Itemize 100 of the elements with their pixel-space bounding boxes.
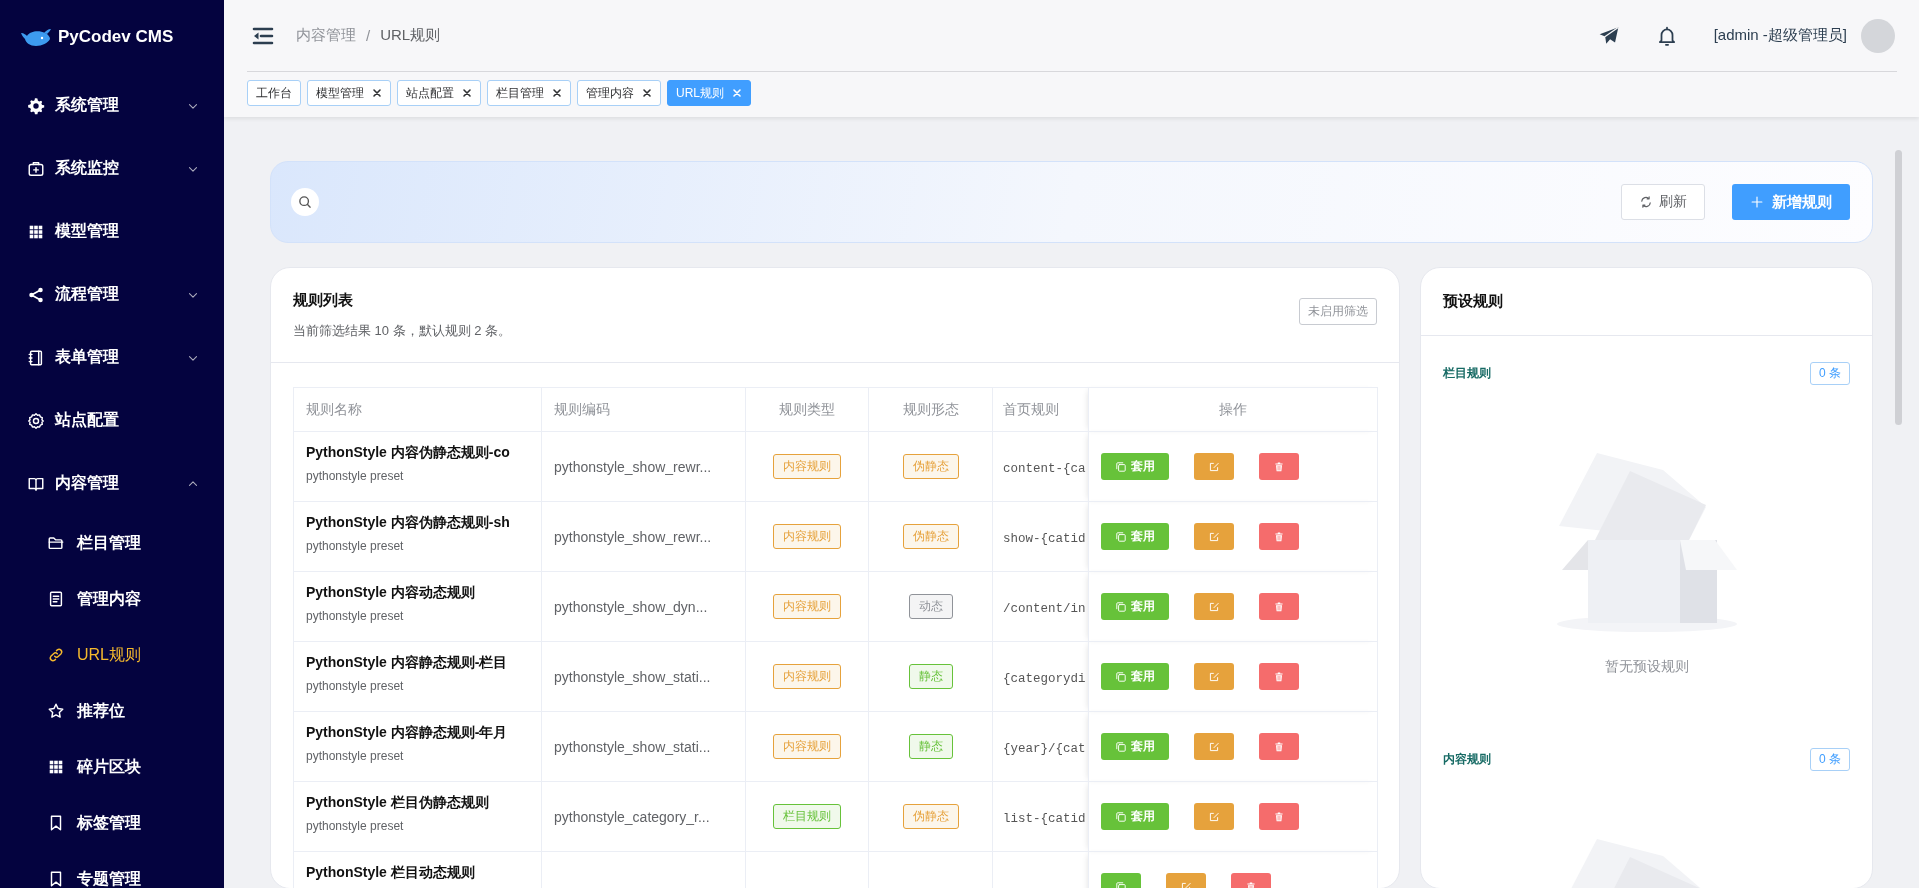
trash-icon: [1273, 810, 1285, 823]
copy-icon: [1115, 600, 1127, 613]
settings-icon: [27, 411, 45, 430]
share-icon: [27, 285, 45, 304]
submenu-item[interactable]: 标签管理: [0, 795, 224, 851]
tag: 内容规则: [773, 454, 841, 479]
trash-icon: [1273, 670, 1285, 683]
edit-icon: [1208, 810, 1220, 823]
group-title: 栏目规则: [1443, 365, 1491, 382]
menu-item[interactable]: 内容管理: [0, 452, 224, 515]
rule-name: PythonStyle 内容动态规则: [306, 584, 476, 602]
edit-button[interactable]: [1194, 733, 1234, 760]
tag: 内容规则: [773, 734, 841, 759]
column-header: 操作: [1088, 387, 1378, 432]
edit-icon: [1208, 740, 1220, 753]
submenu-item[interactable]: 管理内容: [0, 571, 224, 627]
delete-button[interactable]: [1259, 733, 1299, 760]
rule-name: PythonStyle 内容静态规则-栏目: [306, 654, 509, 672]
column-header: 首页规则: [992, 387, 1089, 432]
edit-icon: [1208, 460, 1220, 473]
rule-name: PythonStyle 内容静态规则-年月: [306, 724, 509, 742]
trash-icon: [1273, 530, 1285, 543]
edit-icon: [1208, 600, 1220, 613]
copy-icon: [1115, 530, 1127, 543]
column-header: 规则编码: [541, 387, 746, 432]
edit-button[interactable]: [1194, 803, 1234, 830]
home-rule: show-{catid: [1003, 531, 1086, 546]
menu-item[interactable]: 系统监控: [0, 137, 224, 200]
close-icon[interactable]: [642, 88, 652, 98]
trash-icon: [1273, 600, 1285, 613]
page-tab[interactable]: 站点配置: [397, 80, 481, 106]
trash-icon: [1273, 460, 1285, 473]
avatar[interactable]: [1861, 18, 1895, 53]
rule-code: pythonstyle_show_rewr...: [554, 458, 712, 475]
menu-item[interactable]: 流程管理: [0, 263, 224, 326]
empty-message: 暂无预设规则: [1604, 658, 1689, 676]
close-icon[interactable]: [372, 88, 382, 98]
plus-icon: [1750, 195, 1764, 209]
result-summary: 当前筛选结果 10 条，默认规则 2 条。: [293, 321, 513, 340]
rule-code: pythonstyle_show_rewr...: [554, 528, 712, 545]
menu-item[interactable]: 表单管理: [0, 326, 224, 389]
edit-button[interactable]: [1194, 593, 1234, 620]
rule-note: pythonstyle preset: [306, 679, 405, 693]
tag: 内容规则: [773, 594, 841, 619]
edit-button[interactable]: [1194, 663, 1234, 690]
home-rule: {categorydi: [1003, 671, 1086, 686]
rule-note: pythonstyle preset: [306, 749, 405, 763]
rule-code: pythonstyle_show_dyn...: [554, 598, 708, 615]
edit-button[interactable]: [1194, 523, 1234, 550]
breadcrumb-item: URL规则: [380, 26, 441, 45]
rule-name: PythonStyle 栏目动态规则: [306, 864, 476, 882]
edit-button[interactable]: [1194, 453, 1234, 480]
refresh-button[interactable]: 刷新: [1621, 184, 1705, 220]
delete-button[interactable]: [1259, 523, 1299, 550]
link-icon: [47, 646, 65, 664]
column-header: 规则名称: [293, 387, 542, 432]
close-icon[interactable]: [552, 88, 562, 98]
page-tab[interactable]: 管理内容: [577, 80, 661, 106]
tag: 静态: [908, 734, 953, 759]
edit-icon: [1208, 530, 1220, 543]
menu-item[interactable]: 系统管理: [0, 74, 224, 137]
column-header: 规则类型: [745, 387, 869, 432]
page-tab[interactable]: 栏目管理: [487, 80, 571, 106]
star-icon: [47, 702, 65, 720]
delete-button[interactable]: [1259, 803, 1299, 830]
submenu-item[interactable]: URL规则: [0, 627, 224, 683]
delete-button[interactable]: [1259, 663, 1299, 690]
tag: 内容规则: [773, 524, 841, 549]
close-icon[interactable]: [462, 88, 472, 98]
page-tab[interactable]: 工作台: [247, 80, 301, 106]
page-tab[interactable]: 模型管理: [307, 80, 391, 106]
tag: 静态: [908, 664, 953, 689]
whale-logo-icon: [20, 26, 52, 48]
submenu-item[interactable]: 栏目管理: [0, 515, 224, 571]
menu-item[interactable]: 模型管理: [0, 200, 224, 263]
group-title: 内容规则: [1443, 751, 1491, 768]
delete-button[interactable]: [1259, 453, 1299, 480]
submenu-item[interactable]: 推荐位: [0, 683, 224, 739]
submenu-item[interactable]: 专题管理: [0, 851, 224, 888]
rule-note: pythonstyle preset: [306, 469, 405, 483]
scrollbar-thumb[interactable]: [1895, 150, 1902, 425]
copy-icon: [1115, 740, 1127, 753]
delete-button[interactable]: [1259, 593, 1299, 620]
user-name[interactable]: [admin -超级管理员]: [1713, 26, 1847, 45]
copy-icon: [1115, 810, 1127, 823]
submenu-item[interactable]: 碎片区块: [0, 739, 224, 795]
trash-icon: [1273, 740, 1285, 753]
folder-icon: [47, 534, 65, 552]
search-button[interactable]: [291, 188, 319, 216]
menu-icon[interactable]: [252, 26, 274, 45]
rule-name: PythonStyle 内容伪静态规则-sh: [306, 514, 511, 532]
breadcrumb-separator: /: [366, 27, 371, 44]
refresh-icon: [1639, 195, 1653, 209]
copy-icon: [1115, 460, 1127, 473]
column-header: 规则形态: [868, 387, 993, 432]
menu-item[interactable]: 站点配置: [0, 389, 224, 452]
tag: 栏目规则: [773, 804, 841, 829]
copy-icon: [1115, 670, 1127, 683]
app-logo-text: PyCodev CMS: [58, 27, 174, 47]
home-rule: list-{catid: [1003, 811, 1086, 826]
